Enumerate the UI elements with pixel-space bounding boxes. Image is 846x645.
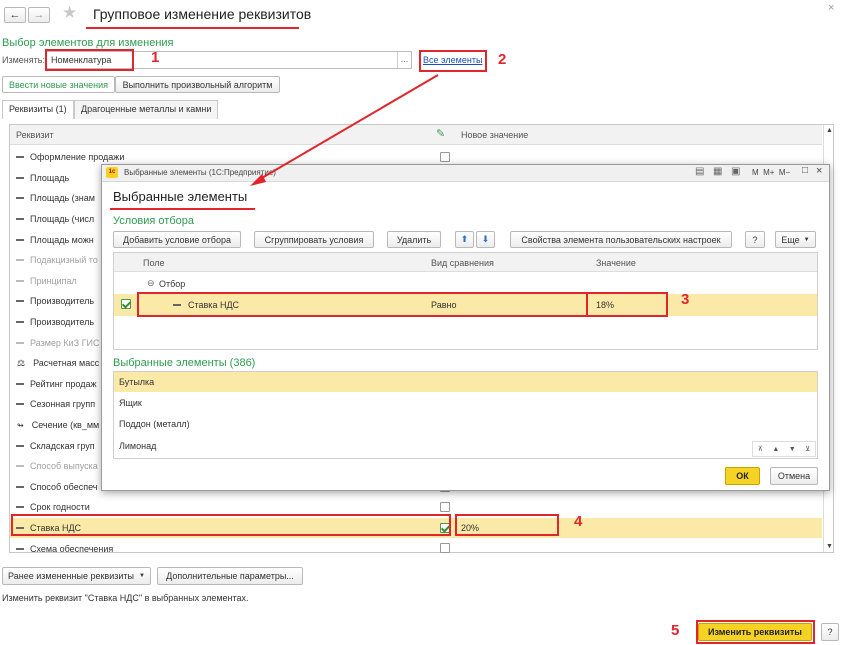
annotation-arrow xyxy=(250,74,439,186)
